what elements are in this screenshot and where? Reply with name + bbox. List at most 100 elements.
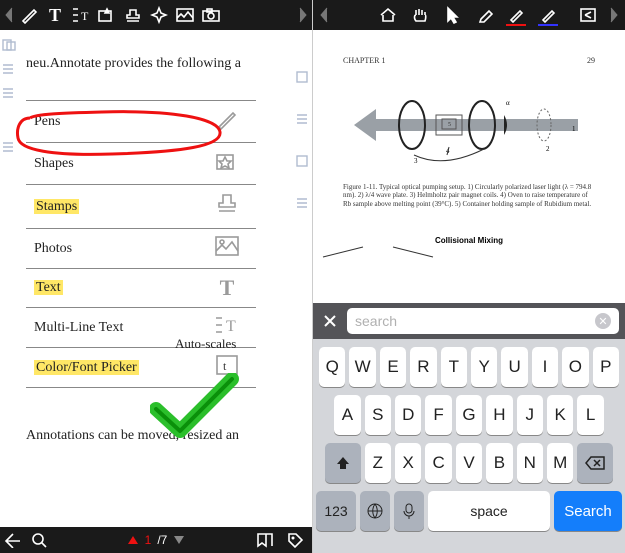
picker-icon: t <box>215 365 239 380</box>
footnote-text: Annotations can be moved, resized an <box>26 428 294 444</box>
multiline-text-icon[interactable]: T <box>68 2 94 28</box>
key-search[interactable]: Search <box>554 491 622 531</box>
svg-text:5: 5 <box>448 122 451 128</box>
key-space[interactable]: space <box>428 491 550 531</box>
key-j[interactable]: J <box>517 395 543 435</box>
key-e[interactable]: E <box>380 347 406 387</box>
search-icon[interactable] <box>26 527 52 553</box>
document-body: neu.Annotate provides the following a Pe… <box>18 30 294 527</box>
text-t-icon: T <box>220 275 235 300</box>
key-m[interactable]: M <box>547 443 573 483</box>
eraser-icon[interactable] <box>471 2 497 28</box>
key-x[interactable]: X <box>395 443 421 483</box>
photo-icon[interactable] <box>172 2 198 28</box>
pencil-tool-icon[interactable] <box>503 2 529 28</box>
key-i[interactable]: I <box>532 347 558 387</box>
keyboard-row-2: A S D F G H J K L <box>316 395 622 435</box>
forward-nav-icon[interactable] <box>296 2 310 28</box>
back-icon[interactable] <box>0 527 26 553</box>
back-nav-icon[interactable] <box>317 2 331 28</box>
page-total: /7 <box>157 533 167 547</box>
key-o[interactable]: O <box>562 347 588 387</box>
highlighter-tool-icon[interactable] <box>535 2 561 28</box>
key-c[interactable]: C <box>425 443 451 483</box>
key-numbers[interactable]: 123 <box>316 491 356 531</box>
key-f[interactable]: F <box>425 395 451 435</box>
svg-text:α: α <box>506 99 510 107</box>
search-bar: search ✕ <box>313 303 625 339</box>
bookmarks-icon[interactable] <box>252 527 278 553</box>
autoscales-label: Auto-scales <box>175 336 236 352</box>
page-up-icon[interactable] <box>127 534 139 546</box>
chapter-label: CHAPTER 1 <box>343 56 385 65</box>
svg-text:1: 1 <box>572 125 576 133</box>
key-backspace[interactable] <box>577 443 613 483</box>
table-row: Pens <box>26 101 256 143</box>
svg-text:t: t <box>223 359 227 373</box>
cursor-icon[interactable] <box>439 2 465 28</box>
pen-icon[interactable] <box>16 2 42 28</box>
key-n[interactable]: N <box>517 443 543 483</box>
pan-hand-icon[interactable] <box>407 2 433 28</box>
key-s[interactable]: S <box>365 395 391 435</box>
clear-icon[interactable]: ✕ <box>595 313 611 329</box>
key-shift[interactable] <box>325 443 361 483</box>
keyboard-row-4: 123 space Search <box>316 491 622 531</box>
key-u[interactable]: U <box>501 347 527 387</box>
table-row: Color/Font Pickert <box>26 348 256 388</box>
key-w[interactable]: W <box>349 347 375 387</box>
stamp-icon[interactable] <box>120 2 146 28</box>
svg-text:2: 2 <box>546 145 550 153</box>
star-box-icon <box>214 162 240 177</box>
key-p[interactable]: P <box>593 347 619 387</box>
share-icon[interactable] <box>575 2 601 28</box>
svg-text:3: 3 <box>414 157 418 165</box>
shape-icon[interactable] <box>94 2 120 28</box>
key-mic[interactable] <box>394 491 424 531</box>
table-row: TextT <box>26 269 256 308</box>
mixing-heading: Collisional Mixing <box>313 236 625 245</box>
intro-text: neu.Annotate provides the following a <box>26 56 294 72</box>
right-toolbar <box>313 0 625 30</box>
svg-text:T: T <box>226 318 236 335</box>
key-q[interactable]: Q <box>319 347 345 387</box>
key-h[interactable]: H <box>486 395 512 435</box>
camera-icon[interactable] <box>198 2 224 28</box>
left-toolbar: T T <box>0 0 312 30</box>
table-row: Stamps <box>26 185 256 229</box>
tag-icon[interactable] <box>282 527 308 553</box>
key-k[interactable]: K <box>547 395 573 435</box>
key-v[interactable]: V <box>456 443 482 483</box>
image-icon <box>214 246 240 261</box>
page-down-icon[interactable] <box>173 534 185 546</box>
left-margin-strip <box>0 30 18 527</box>
close-icon[interactable] <box>319 310 341 332</box>
key-z[interactable]: Z <box>365 443 391 483</box>
search-input[interactable]: search ✕ <box>347 308 619 334</box>
keyboard-row-1: Q W E R T Y U I O P <box>316 347 622 387</box>
key-d[interactable]: D <box>395 395 421 435</box>
page-current: 1 <box>145 533 152 547</box>
key-l[interactable]: L <box>577 395 603 435</box>
text-icon[interactable]: T <box>42 2 68 28</box>
table-row: Photos <box>26 229 256 269</box>
home-icon[interactable] <box>375 2 401 28</box>
forward-nav-icon[interactable] <box>607 2 621 28</box>
key-g[interactable]: G <box>456 395 482 435</box>
back-nav-icon[interactable] <box>2 2 16 28</box>
page-number: 29 <box>587 56 595 65</box>
keyboard: Q W E R T Y U I O P A S D F G H J K L <box>313 339 625 553</box>
key-y[interactable]: Y <box>471 347 497 387</box>
search-value: search <box>355 313 397 329</box>
pencil-icon <box>215 120 239 135</box>
pointer-icon[interactable] <box>146 2 172 28</box>
key-b[interactable]: B <box>486 443 512 483</box>
key-globe[interactable] <box>360 491 390 531</box>
key-t[interactable]: T <box>441 347 467 387</box>
key-r[interactable]: R <box>410 347 436 387</box>
table-row: Shapes <box>26 143 256 185</box>
right-margin-strip <box>294 30 312 527</box>
svg-text:T: T <box>81 9 89 23</box>
left-bottom-bar: 1/7 <box>0 527 312 553</box>
key-a[interactable]: A <box>334 395 360 435</box>
